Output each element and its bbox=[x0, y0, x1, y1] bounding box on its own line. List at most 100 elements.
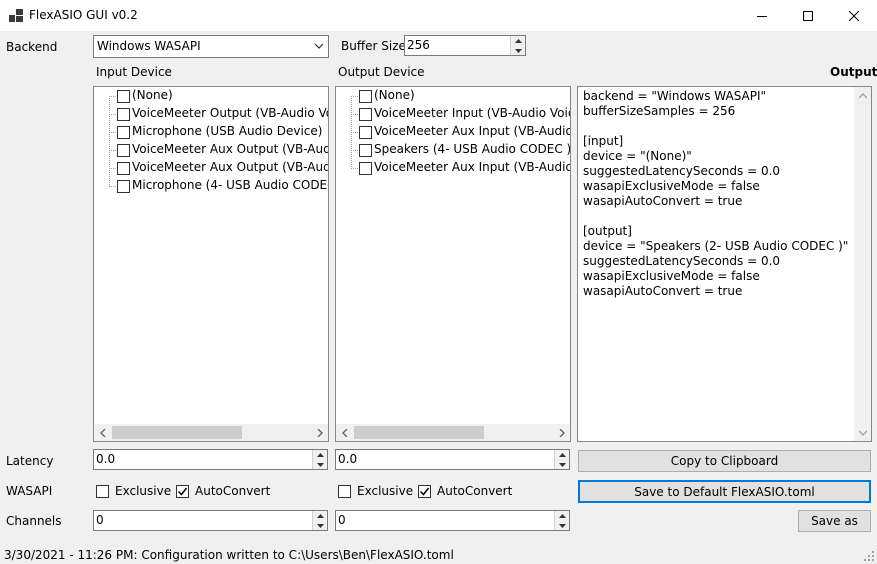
input-exclusive-label: Exclusive bbox=[115, 484, 172, 498]
input-latency-down-button[interactable] bbox=[313, 460, 327, 469]
buffer-size-down-button[interactable] bbox=[511, 46, 525, 55]
title-bar[interactable]: FlexASIO GUI v0.2 bbox=[0, 0, 877, 31]
output-device-checkbox[interactable] bbox=[359, 162, 372, 175]
output-device-item-label: (None) bbox=[374, 88, 415, 102]
output-device-item[interactable]: (None) bbox=[336, 87, 570, 105]
output-device-item-label: VoiceMeeter Input (VB-Audio VoiceMeeter … bbox=[374, 106, 570, 120]
resize-grip-icon[interactable] bbox=[863, 550, 875, 562]
checkmark-icon bbox=[177, 487, 188, 496]
scroll-up-button[interactable] bbox=[854, 87, 871, 104]
input-device-checkbox[interactable] bbox=[117, 126, 130, 139]
input-channels-down-button[interactable] bbox=[313, 521, 327, 530]
input-latency-up-button[interactable] bbox=[313, 450, 327, 459]
output-exclusive-label: Exclusive bbox=[357, 484, 414, 498]
save-to-default-button[interactable]: Save to Default FlexASIO.toml bbox=[578, 480, 871, 503]
output-device-label: Output Device bbox=[338, 65, 425, 79]
output-device-checkbox[interactable] bbox=[359, 144, 372, 157]
output-channels-up-button[interactable] bbox=[555, 511, 569, 520]
input-exclusive-checkbox[interactable] bbox=[96, 485, 109, 498]
spin-up-icon bbox=[558, 452, 566, 457]
input-device-item-label: (None) bbox=[132, 88, 173, 102]
spin-down-icon bbox=[558, 523, 566, 528]
output-device-checkbox[interactable] bbox=[359, 108, 372, 121]
input-device-item[interactable]: VoiceMeeter Aux Output (VB-Audio VoiceMe… bbox=[94, 141, 328, 159]
input-channels-stepper[interactable]: 0 bbox=[93, 510, 328, 531]
input-device-tree[interactable]: (None) VoiceMeeter Output (VB-Audio Voic… bbox=[93, 86, 329, 442]
output-device-checkbox[interactable] bbox=[359, 126, 372, 139]
copy-to-clipboard-button[interactable]: Copy to Clipboard bbox=[578, 450, 871, 472]
minimize-button[interactable] bbox=[739, 0, 785, 31]
input-device-item[interactable]: Microphone (USB Audio Device) bbox=[94, 123, 328, 141]
output-device-item[interactable]: VoiceMeeter Input (VB-Audio VoiceMeeter … bbox=[336, 105, 570, 123]
output-latency-up-button[interactable] bbox=[555, 450, 569, 459]
input-device-item-label: VoiceMeeter Aux Output (VB-Audio VoiceMe… bbox=[132, 160, 328, 174]
output-latency-stepper[interactable]: 0.0 bbox=[335, 449, 570, 470]
scroll-right-button[interactable] bbox=[311, 424, 328, 441]
scroll-thumb[interactable] bbox=[354, 426, 484, 439]
input-autoconvert-checkbox[interactable] bbox=[176, 485, 189, 498]
minimize-icon bbox=[757, 15, 767, 17]
output-device-item-label: VoiceMeeter Aux Input (VB-Audio VoiceMee… bbox=[374, 124, 571, 138]
input-device-checkbox[interactable] bbox=[117, 144, 130, 157]
output-config-text: backend = "Windows WASAPI" bufferSizeSam… bbox=[583, 89, 849, 298]
output-device-tree[interactable]: (None) VoiceMeeter Input (VB-Audio Voice… bbox=[335, 86, 571, 442]
input-latency-value: 0.0 bbox=[96, 452, 116, 466]
input-device-item[interactable]: VoiceMeeter Output (VB-Audio VoiceMeeter… bbox=[94, 105, 328, 123]
output-autoconvert-label: AutoConvert bbox=[437, 484, 513, 498]
output-channels-stepper[interactable]: 0 bbox=[335, 510, 570, 531]
output-textbox[interactable]: backend = "Windows WASAPI" bufferSizeSam… bbox=[577, 86, 872, 442]
output-device-item-label: VoiceMeeter Aux Input (VB-Audio VoiceMee… bbox=[374, 160, 571, 174]
input-device-item[interactable]: Microphone (4- USB Audio CODEC ) bbox=[94, 177, 328, 195]
buffer-size-stepper[interactable]: 256 bbox=[404, 35, 526, 56]
input-autoconvert-label: AutoConvert bbox=[195, 484, 271, 498]
scroll-left-button[interactable] bbox=[94, 424, 111, 441]
output-device-item[interactable]: VoiceMeeter Aux Input (VB-Audio VoiceMee… bbox=[336, 123, 570, 141]
output-channels-down-button[interactable] bbox=[555, 521, 569, 530]
input-device-checkbox[interactable] bbox=[117, 162, 130, 175]
buffer-size-up-button[interactable] bbox=[511, 36, 525, 45]
output-device-checkbox[interactable] bbox=[359, 90, 372, 103]
scroll-left-button[interactable] bbox=[336, 424, 353, 441]
chevron-right-icon bbox=[317, 428, 323, 437]
status-text: 3/30/2021 - 11:26 PM: Configuration writ… bbox=[4, 548, 454, 562]
app-icon bbox=[9, 9, 23, 22]
input-device-item-label: Microphone (USB Audio Device) bbox=[132, 124, 323, 138]
output-tree-hscrollbar[interactable] bbox=[336, 424, 570, 441]
chevron-right-icon bbox=[559, 428, 565, 437]
input-device-item[interactable]: VoiceMeeter Aux Output (VB-Audio VoiceMe… bbox=[94, 159, 328, 177]
chevron-down-icon bbox=[314, 43, 324, 49]
input-device-item-label: VoiceMeeter Aux Output (VB-Audio VoiceMe… bbox=[132, 142, 328, 156]
scroll-down-button[interactable] bbox=[854, 424, 871, 441]
input-device-checkbox[interactable] bbox=[117, 180, 130, 193]
buffer-size-value: 256 bbox=[407, 38, 430, 52]
close-icon bbox=[849, 10, 859, 21]
input-channels-up-button[interactable] bbox=[313, 511, 327, 520]
input-device-item-label: VoiceMeeter Output (VB-Audio VoiceMeeter… bbox=[132, 106, 328, 120]
output-latency-value: 0.0 bbox=[338, 452, 358, 466]
output-exclusive-checkbox[interactable] bbox=[338, 485, 351, 498]
scroll-thumb[interactable] bbox=[112, 426, 242, 439]
spin-down-icon bbox=[316, 462, 324, 467]
spin-down-icon bbox=[316, 523, 324, 528]
close-button[interactable] bbox=[831, 0, 877, 31]
output-latency-down-button[interactable] bbox=[555, 460, 569, 469]
scroll-right-button[interactable] bbox=[553, 424, 570, 441]
output-device-item[interactable]: VoiceMeeter Aux Input (VB-Audio VoiceMee… bbox=[336, 159, 570, 177]
input-device-checkbox[interactable] bbox=[117, 108, 130, 121]
spin-up-icon bbox=[316, 513, 324, 518]
input-tree-hscrollbar[interactable] bbox=[94, 424, 328, 441]
output-autoconvert-checkbox[interactable] bbox=[418, 485, 431, 498]
output-device-item-label: Speakers (4- USB Audio CODEC ) bbox=[374, 142, 571, 156]
output-label: Output bbox=[830, 65, 877, 79]
save-as-button[interactable]: Save as bbox=[798, 510, 871, 532]
input-device-item[interactable]: (None) bbox=[94, 87, 328, 105]
output-device-item[interactable]: Speakers (4- USB Audio CODEC ) bbox=[336, 141, 570, 159]
buffer-size-label: Buffer Size bbox=[341, 39, 406, 53]
input-latency-stepper[interactable]: 0.0 bbox=[93, 449, 328, 470]
input-device-checkbox[interactable] bbox=[117, 90, 130, 103]
output-vscrollbar[interactable] bbox=[854, 87, 871, 441]
backend-select[interactable]: Windows WASAPI bbox=[93, 35, 329, 58]
chevron-left-icon bbox=[341, 428, 347, 437]
maximize-button[interactable] bbox=[785, 0, 831, 31]
channels-label: Channels bbox=[6, 514, 62, 528]
